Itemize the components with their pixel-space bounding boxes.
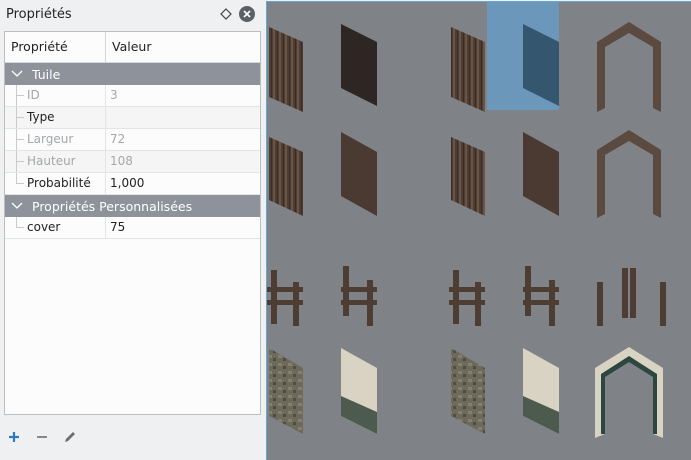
tile-wood-door-open[interactable] [523, 132, 559, 216]
property-key: Hauteur [5, 151, 106, 172]
property-toolbar [6, 426, 78, 448]
tile-wood-wall[interactable] [269, 27, 303, 112]
property-row-probability[interactable]: Probabilité 1,000 [5, 173, 260, 195]
edit-icon [65, 432, 75, 442]
tile-stone-wall[interactable] [451, 348, 485, 434]
remove-icon [37, 436, 47, 438]
tile-wood-wall-ornate[interactable] [523, 24, 559, 106]
group-header-tile[interactable]: Tuile [5, 63, 260, 85]
tile-wood-door-open[interactable] [341, 132, 377, 216]
tile-wood-wall[interactable] [451, 27, 485, 112]
tile-wood-arch[interactable] [597, 22, 661, 112]
property-row-type[interactable]: Type [5, 107, 260, 129]
diamond-float-icon [220, 8, 232, 20]
property-value: 72 [110, 132, 126, 146]
property-value: 3 [110, 88, 118, 102]
panel-title: Propriétés [6, 7, 72, 22]
group-label: Tuile [32, 66, 61, 82]
tile-stone-wall[interactable] [269, 348, 303, 434]
edit-property-button[interactable] [62, 426, 78, 448]
group-header-custom-properties[interactable]: Propriétés Personnalisées [5, 195, 260, 217]
close-panel-button[interactable] [239, 6, 255, 22]
property-row-id[interactable]: ID 3 [5, 85, 260, 107]
tile-wood-arch[interactable] [597, 130, 661, 218]
property-value-input[interactable]: 75 [106, 217, 260, 238]
float-panel-button[interactable] [219, 6, 233, 22]
property-row-cover[interactable]: cover 75 [5, 217, 260, 239]
tile-wood-door[interactable] [451, 137, 485, 216]
chevron-down-icon[interactable] [11, 70, 25, 78]
add-icon [9, 432, 19, 442]
property-value-input[interactable]: 1,000 [106, 173, 260, 194]
property-key: cover [5, 217, 106, 238]
property-key: ID [5, 85, 106, 106]
column-header-value[interactable]: Valeur [106, 32, 157, 62]
property-key: Type [5, 107, 106, 128]
table-header: Propriété Valeur [5, 32, 260, 63]
tile-wood-posts[interactable] [597, 268, 666, 326]
property-table: Propriété Valeur Tuile ID 3 Type Largeur… [4, 31, 261, 415]
property-key: Largeur [5, 129, 106, 150]
property-row-height[interactable]: Hauteur 108 [5, 151, 260, 173]
property-key: Probabilité [5, 173, 106, 194]
tile-wood-fence[interactable] [523, 266, 559, 326]
property-value-input[interactable] [106, 107, 260, 128]
tile-wood-fence[interactable] [449, 270, 485, 326]
close-icon [243, 10, 251, 18]
tile-wood-fence[interactable] [267, 270, 303, 326]
properties-panel: Propriétés Propriété Valeur Tuile ID 3 T… [0, 0, 265, 460]
property-value: 108 [110, 154, 133, 168]
column-header-property[interactable]: Propriété [5, 32, 106, 62]
group-label: Propriétés Personnalisées [32, 198, 193, 214]
remove-property-button[interactable] [34, 426, 50, 448]
add-property-button[interactable] [6, 426, 22, 448]
tile-wood-fence[interactable] [341, 266, 377, 326]
chevron-down-icon[interactable] [11, 202, 25, 210]
tile-wood-door[interactable] [269, 137, 303, 216]
tile-wood-wall-ornate[interactable] [341, 24, 377, 106]
property-row-width[interactable]: Largeur 72 [5, 129, 260, 151]
tileset-view[interactable] [266, 1, 691, 460]
app-window: Propriétés Propriété Valeur Tuile ID 3 T… [0, 0, 691, 460]
tileset-canvas[interactable] [267, 2, 691, 460]
